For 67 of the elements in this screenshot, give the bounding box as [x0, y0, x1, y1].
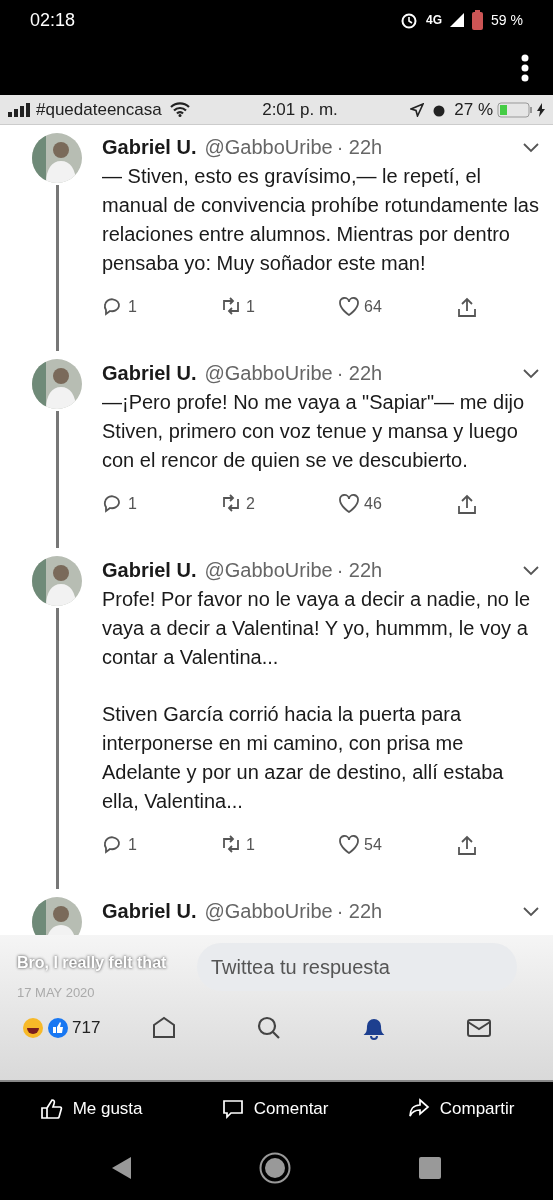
reply-count: 1 — [128, 297, 137, 317]
chevron-down-icon[interactable] — [523, 368, 539, 379]
home-icon[interactable] — [259, 1151, 292, 1184]
post-date: 17 MAY 2020 — [17, 984, 95, 1002]
author-name[interactable]: Gabriel U. — [102, 133, 197, 162]
avatar — [32, 133, 82, 183]
signal-icon — [450, 13, 465, 27]
author-name[interactable]: Gabriel U. — [102, 359, 197, 388]
chevron-down-icon[interactable] — [523, 906, 539, 917]
reply-field[interactable]: Twittea tu respuesta — [197, 943, 517, 991]
charging-icon — [537, 102, 545, 117]
clock-time: 02:18 — [30, 8, 76, 32]
home-tab-icon[interactable] — [151, 1015, 178, 1041]
post-time: · 22h — [336, 558, 383, 583]
author-handle[interactable]: @GabboUribe — [204, 133, 333, 162]
reply-count: 1 — [128, 835, 137, 855]
share-icon[interactable] — [456, 834, 478, 857]
share-icon[interactable] — [456, 493, 478, 516]
chevron-down-icon[interactable] — [523, 565, 539, 576]
author-name[interactable]: Gabriel U. — [102, 556, 197, 585]
battery-percent: 59 % — [491, 10, 523, 30]
like-button[interactable]: Me gusta — [33, 1090, 148, 1127]
retweet-count: 1 — [246, 835, 255, 855]
reaction-count: 717 — [72, 1017, 101, 1040]
comment-button[interactable]: Comentar — [214, 1090, 334, 1127]
back-icon[interactable] — [111, 1156, 132, 1179]
author-name[interactable]: Gabriel U. — [102, 897, 197, 926]
more-options-icon[interactable] — [521, 53, 529, 82]
avatar — [32, 556, 82, 606]
post-caption: Bro, I really felt that — [17, 953, 167, 974]
heart-icon[interactable] — [338, 295, 360, 318]
share-icon[interactable] — [456, 296, 478, 319]
wifi-icon — [169, 102, 190, 117]
heart-icon[interactable] — [338, 833, 360, 856]
retweet-count: 1 — [246, 297, 255, 317]
like-count: 46 — [364, 494, 382, 514]
signal-icon — [8, 102, 32, 117]
tweet-text: —¡Pero profe! No me vaya a "Sapiar"— me dijo Stiven, primero con voz tenue y mansa y luego con el rencor de quien se ve descubierto. — [102, 390, 526, 473]
share-button[interactable]: Compartir — [400, 1090, 520, 1127]
tweet-text: Profe! Por favor no le vaya a decir a nadie, no le vaya a decir a Valentina! Y yo, hummm, le voy a contar a Valentina... — [102, 587, 532, 670]
like-reaction-icon — [47, 1017, 69, 1039]
thumbs-up-icon — [38, 1096, 65, 1121]
avatar — [32, 359, 82, 409]
retweet-count: 2 — [246, 494, 255, 514]
battery-icon — [497, 101, 533, 118]
reply-count: 1 — [128, 494, 137, 514]
recents-icon[interactable] — [419, 1156, 442, 1179]
battery-percent: 27 % — [454, 98, 493, 121]
location-icon — [410, 102, 425, 117]
author-handle[interactable]: @GabboUribe — [204, 359, 333, 388]
clock-time: 2:01 p. m. — [262, 98, 338, 121]
post-time: · 22h — [336, 135, 383, 160]
avatar — [32, 897, 82, 935]
tweet-text: — Stiven, esto es gravísimo,— le repetí, el manual de convivencia prohíbe rotundamente las relaciones entre alumnos. Mientras por dentro pensaba yo: Muy soñador este man! — [102, 164, 539, 276]
carrier-name: #quedateencasa — [36, 98, 162, 121]
battery-icon — [472, 10, 484, 30]
author-handle[interactable]: @GabboUribe — [204, 897, 333, 926]
laugh-reaction-icon — [22, 1017, 44, 1039]
author-handle[interactable]: @GabboUribe — [204, 556, 333, 585]
network-type: 4G — [426, 12, 443, 29]
post-time: · 22h — [336, 899, 383, 924]
like-count: 54 — [364, 835, 382, 855]
post-time: · 22h — [336, 361, 383, 386]
heart-icon[interactable] — [338, 492, 360, 515]
like-count: 64 — [364, 297, 382, 317]
tweet-text: Stiven García corrió hacia la puerta para interponerse en mi camino, con prisa me Adelante y por un azar de destino, allí estaba ella, Valentina... — [102, 702, 505, 814]
chevron-down-icon[interactable] — [523, 142, 539, 153]
